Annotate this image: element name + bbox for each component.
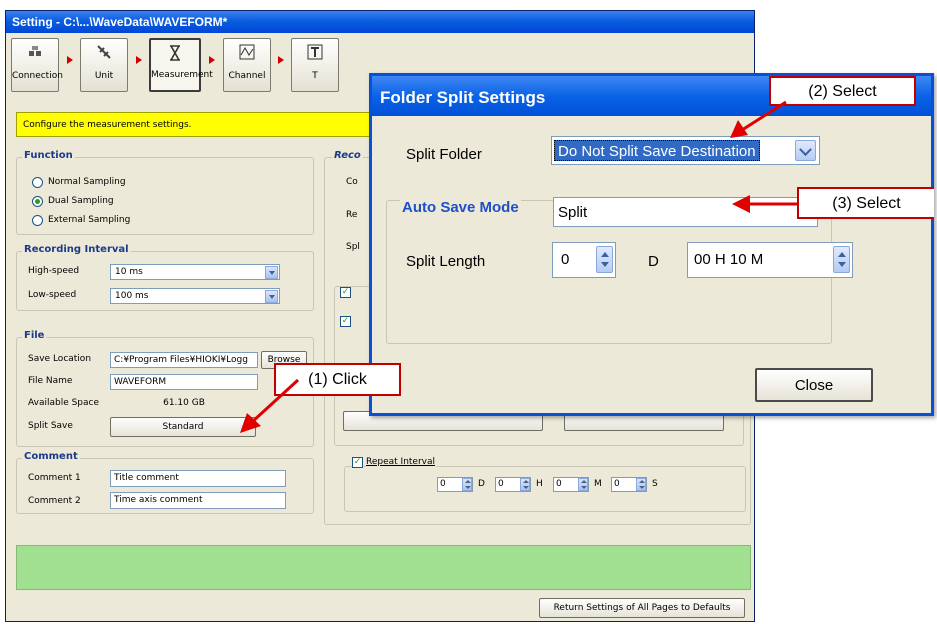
available-space-label: Available Space [28, 398, 100, 408]
spin-arrows-icon[interactable] [833, 246, 850, 273]
external-sampling-radio[interactable] [32, 215, 43, 226]
split-save-label: Split Save [28, 421, 73, 431]
hourglass-icon [170, 45, 180, 61]
channel-icon [239, 44, 255, 60]
comment2-label: Comment 2 [28, 496, 81, 506]
toolbar-label: Measurement [151, 70, 213, 80]
trigger-icon [307, 44, 323, 60]
low-speed-label: Low-speed [28, 290, 77, 300]
days-unit: D [478, 479, 485, 489]
toolbar-label: Connection [12, 71, 63, 81]
save-location-input[interactable]: C:¥Program Files¥HIOKI¥Logg [110, 352, 258, 368]
spin-arrows-icon[interactable] [596, 246, 613, 273]
split-folder-label: Split Folder [406, 146, 482, 163]
split-length-days-value: 0 [561, 251, 570, 268]
file-title: File [22, 330, 47, 341]
auto-save-title: Auto Save Mode [400, 199, 521, 216]
toolbar-label: Channel [228, 71, 266, 81]
seconds-unit: S [652, 479, 658, 489]
step-arrow-icon [136, 56, 142, 64]
dual-sampling-radio[interactable] [32, 196, 43, 207]
split-length-unit: D [648, 253, 659, 270]
split-length-time-input[interactable]: 00 H 10 M [687, 242, 853, 278]
split-length-label: Split Length [406, 253, 486, 270]
dropdown-arrow-icon[interactable] [265, 290, 278, 303]
return-defaults-button[interactable]: Return Settings of All Pages to Defaults [539, 598, 745, 618]
function-title: Function [22, 150, 75, 161]
comment2-input[interactable]: Time axis comment [110, 492, 286, 509]
high-speed-select[interactable]: 10 ms [110, 264, 280, 280]
recording-title: Reco [332, 150, 363, 161]
repeat-interval-checkbox[interactable]: ✓ [352, 457, 363, 468]
spin-arrows-icon[interactable] [520, 478, 530, 491]
step-arrow-icon [67, 56, 73, 64]
toolbar-unit-button[interactable]: Unit [80, 38, 128, 92]
callout-1-arrow-icon [240, 378, 300, 433]
high-speed-label: High-speed [28, 266, 80, 276]
record-row-label: Spl [346, 242, 360, 252]
close-button[interactable]: Close [755, 368, 873, 402]
spin-arrows-icon[interactable] [578, 478, 588, 491]
comment-title: Comment [22, 451, 80, 462]
spin-arrows-icon[interactable] [462, 478, 472, 491]
comment1-input[interactable]: Title comment [110, 470, 286, 487]
minutes-unit: M [594, 479, 602, 489]
file-name-label: File Name [28, 376, 73, 386]
record-checkbox[interactable]: ✓ [340, 316, 351, 327]
record-checkbox[interactable]: ✓ [340, 287, 351, 298]
callout-2-arrow-icon [730, 100, 787, 138]
callout-3-arrow-icon [732, 195, 798, 213]
toolbar-channel-button[interactable]: Channel [223, 38, 271, 92]
folder-split-dialog: Folder Split Settings Split Folder Do No… [369, 73, 934, 416]
record-row-label: Co [346, 177, 358, 187]
split-length-days-input[interactable]: 0 [552, 242, 616, 278]
save-location-label: Save Location [28, 354, 92, 364]
step-arrow-icon [278, 56, 284, 64]
toolbar-label: Unit [94, 71, 114, 81]
recording-interval-title: Recording Interval [22, 244, 131, 255]
connection-icon [29, 46, 41, 56]
auto-save-mode-value: Split [558, 204, 588, 221]
unit-icon [97, 45, 111, 59]
step-arrow-icon [209, 56, 215, 64]
normal-sampling-radio[interactable] [32, 177, 43, 188]
repeat-interval-label: Repeat Interval [366, 457, 438, 467]
split-length-time-value: 00 H 10 M [694, 251, 764, 268]
spin-arrows-icon[interactable] [636, 478, 646, 491]
record-row-label: Re [346, 210, 358, 220]
low-speed-select[interactable]: 100 ms [110, 288, 280, 304]
status-area [16, 545, 751, 590]
callout-3: (3) Select [797, 187, 934, 219]
toolbar-measurement-button[interactable]: Measurement [149, 38, 213, 92]
hours-unit: H [536, 479, 543, 489]
low-speed-value: 100 ms [115, 291, 149, 301]
toolbar-connection-button[interactable]: Connection [11, 38, 63, 92]
toolbar-label: T [312, 71, 318, 81]
toolbar-trigger-button[interactable]: T [291, 38, 339, 92]
radio-label: Normal Sampling [48, 177, 126, 187]
radio-label: Dual Sampling [48, 196, 114, 206]
window-title: Setting - C:\...\WaveData\WAVEFORM* [6, 11, 754, 33]
comment1-label: Comment 1 [28, 473, 81, 483]
high-speed-value: 10 ms [115, 267, 143, 277]
radio-label: External Sampling [48, 215, 131, 225]
repeat-interval-group [344, 466, 746, 512]
dropdown-arrow-icon[interactable] [265, 266, 278, 279]
